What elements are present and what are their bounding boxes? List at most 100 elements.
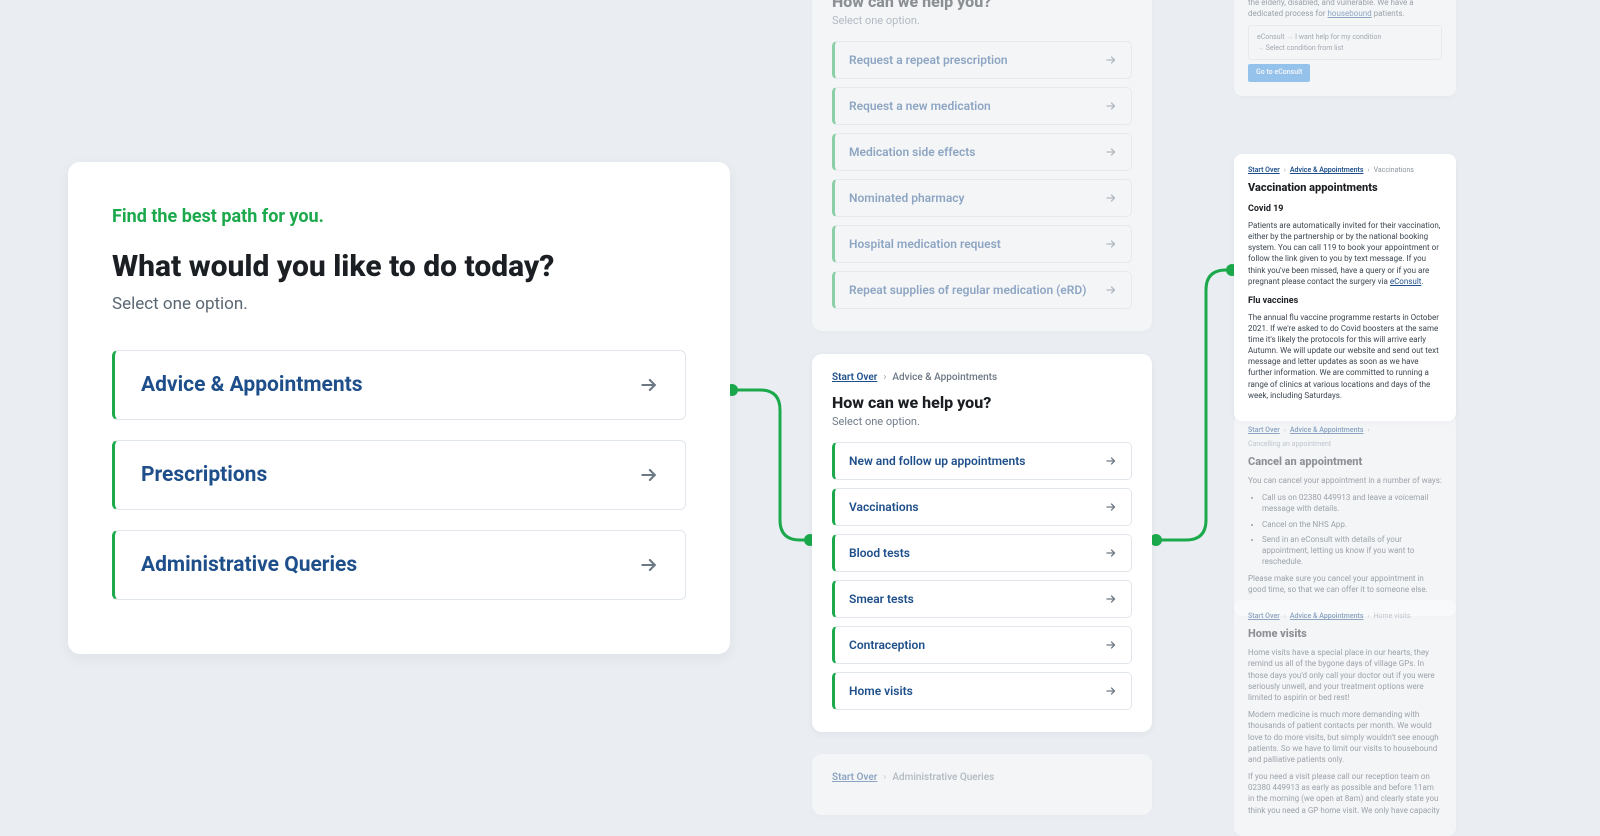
arrow-right-icon xyxy=(1105,54,1117,66)
prescription-option[interactable]: Medication side effects xyxy=(832,133,1132,171)
option-label: Administrative Queries xyxy=(141,553,357,577)
covid-body: Patients are automatically invited for t… xyxy=(1248,220,1442,287)
option-label: Smear tests xyxy=(849,592,914,606)
breadcrumb-start-over[interactable]: Start Over xyxy=(832,372,877,383)
prescription-option[interactable]: Nominated pharmacy xyxy=(832,179,1132,217)
arrow-right-icon xyxy=(1105,192,1117,204)
cancel-intro: You can cancel your appointment in a num… xyxy=(1248,475,1442,486)
home-visits-p3: If you need a visit please call our rece… xyxy=(1248,771,1442,816)
chevron-right-icon: › xyxy=(1284,166,1286,176)
arrow-right-icon xyxy=(1105,284,1117,296)
cancel-appointment-card: Start Over › Advice & Appointments › Can… xyxy=(1234,414,1456,616)
chevron-right-icon: › xyxy=(1284,612,1286,622)
option-label: Vaccinations xyxy=(849,500,919,514)
econsult-link[interactable]: eConsult xyxy=(1390,277,1422,286)
option-prescriptions[interactable]: Prescriptions xyxy=(112,440,686,510)
advice-option[interactable]: New and follow up appointments xyxy=(832,442,1132,480)
arrow-right-icon xyxy=(1105,685,1117,697)
breadcrumb-current: Home visits xyxy=(1374,612,1411,622)
prescriptions-card: How can we help you? Select one option. … xyxy=(812,0,1152,331)
breadcrumb-advice[interactable]: Advice & Appointments xyxy=(1290,612,1364,622)
prescription-option[interactable]: Repeat supplies of regular medication (e… xyxy=(832,271,1132,309)
breadcrumb-advice[interactable]: Advice & Appointments xyxy=(1290,166,1364,176)
option-label: Request a repeat prescription xyxy=(849,53,1008,67)
prescription-option[interactable]: Hospital medication request xyxy=(832,225,1132,263)
arrow-right-icon xyxy=(1105,238,1117,250)
card-subheading: Select one option. xyxy=(832,415,1132,428)
breadcrumb: Start Over › Administrative Queries xyxy=(832,772,1132,783)
advice-option[interactable]: Home visits xyxy=(832,672,1132,710)
list-item: Cancel on the NHS App. xyxy=(1262,519,1442,530)
breadcrumb-start-over[interactable]: Start Over xyxy=(1248,426,1280,436)
option-label: Contraception xyxy=(849,638,925,652)
arrow-right-icon xyxy=(1105,547,1117,559)
covid-subtitle: Covid 19 xyxy=(1248,203,1442,216)
cancel-outro: Please make sure you cancel your appoint… xyxy=(1248,573,1442,595)
arrow-right-icon xyxy=(639,555,659,575)
housebound-link[interactable]: housebound xyxy=(1328,9,1372,18)
prescription-option[interactable]: Request a new medication xyxy=(832,87,1132,125)
arrow-right-icon xyxy=(1105,501,1117,513)
econsult-info-card: If you are unable to use eConsult please… xyxy=(1234,0,1456,96)
main-card: Find the best path for you. What would y… xyxy=(68,162,730,654)
chevron-right-icon: › xyxy=(883,772,886,783)
option-label: Advice & Appointments xyxy=(141,373,363,397)
flu-body: The annual flu vaccine programme restart… xyxy=(1248,312,1442,402)
main-heading: What would you like to do today? xyxy=(112,249,686,284)
option-label: Home visits xyxy=(849,684,913,698)
cancel-title: Cancel an appointment xyxy=(1248,454,1442,469)
advice-option[interactable]: Blood tests xyxy=(832,534,1132,572)
econsult-body: If you are unable to use eConsult please… xyxy=(1248,0,1442,19)
administrative-queries-card: Start Over › Administrative Queries xyxy=(812,754,1152,815)
advice-option[interactable]: Contraception xyxy=(832,626,1132,664)
cancel-methods-list: Call us on 02380 449913 and leave a voic… xyxy=(1248,492,1442,567)
go-to-econsult-button[interactable]: Go to eConsult xyxy=(1248,64,1310,82)
arrow-right-icon xyxy=(1105,593,1117,605)
breadcrumb-start-over[interactable]: Start Over xyxy=(1248,612,1280,622)
arrow-right-icon xyxy=(1105,455,1117,467)
breadcrumb: Start Over › Advice & Appointments xyxy=(832,372,1132,383)
breadcrumb-start-over[interactable]: Start Over xyxy=(1248,166,1280,176)
breadcrumb-current: Advice & Appointments xyxy=(892,372,997,383)
card-subheading: Select one option. xyxy=(832,14,1132,27)
option-label: Repeat supplies of regular medication (e… xyxy=(849,283,1086,297)
advice-option[interactable]: Smear tests xyxy=(832,580,1132,618)
arrow-right-icon xyxy=(1105,100,1117,112)
chevron-right-icon: › xyxy=(1367,612,1369,622)
arrow-right-icon xyxy=(1105,639,1117,651)
home-visits-card: Start Over › Advice & Appointments › Hom… xyxy=(1234,600,1456,836)
chevron-right-icon: › xyxy=(1367,166,1369,176)
breadcrumb-current: Administrative Queries xyxy=(892,772,994,783)
flu-subtitle: Flu vaccines xyxy=(1248,295,1442,308)
breadcrumb-start-over[interactable]: Start Over xyxy=(832,772,877,783)
chevron-right-icon: › xyxy=(1367,426,1369,436)
breadcrumb: Start Over › Advice & Appointments › Hom… xyxy=(1248,612,1442,622)
breadcrumb-advice[interactable]: Advice & Appointments xyxy=(1290,426,1364,436)
chevron-right-icon: › xyxy=(883,372,886,383)
card-heading: How can we help you? xyxy=(832,393,1132,412)
option-label: Prescriptions xyxy=(141,463,267,487)
option-label: Blood tests xyxy=(849,546,910,560)
home-visits-title: Home visits xyxy=(1248,626,1442,641)
chevron-right-icon: › xyxy=(1284,426,1286,436)
main-eyebrow: Find the best path for you. xyxy=(112,206,686,227)
option-label: Nominated pharmacy xyxy=(849,191,965,205)
home-visits-p1: Home visits have a special place in our … xyxy=(1248,647,1442,703)
list-item: Send in an eConsult with details of your… xyxy=(1262,534,1442,568)
main-subheading: Select one option. xyxy=(112,294,686,314)
breadcrumb-current: Cancelling an appointment xyxy=(1248,440,1331,450)
option-administrative-queries[interactable]: Administrative Queries xyxy=(112,530,686,600)
advice-appointments-card: Start Over › Advice & Appointments How c… xyxy=(812,354,1152,732)
arrow-right-icon xyxy=(1105,146,1117,158)
prescription-option[interactable]: Request a repeat prescription xyxy=(832,41,1132,79)
list-item: Call us on 02380 449913 and leave a voic… xyxy=(1262,492,1442,514)
advice-option[interactable]: Vaccinations xyxy=(832,488,1132,526)
vaccination-card: Start Over › Advice & Appointments › Vac… xyxy=(1234,154,1456,421)
option-label: Request a new medication xyxy=(849,99,991,113)
card-heading: How can we help you? xyxy=(832,0,1132,11)
option-advice-appointments[interactable]: Advice & Appointments xyxy=(112,350,686,420)
vaccination-title: Vaccination appointments xyxy=(1248,180,1442,195)
breadcrumb-current: Vaccinations xyxy=(1374,166,1414,176)
arrow-right-icon xyxy=(639,465,659,485)
option-label: New and follow up appointments xyxy=(849,454,1025,468)
